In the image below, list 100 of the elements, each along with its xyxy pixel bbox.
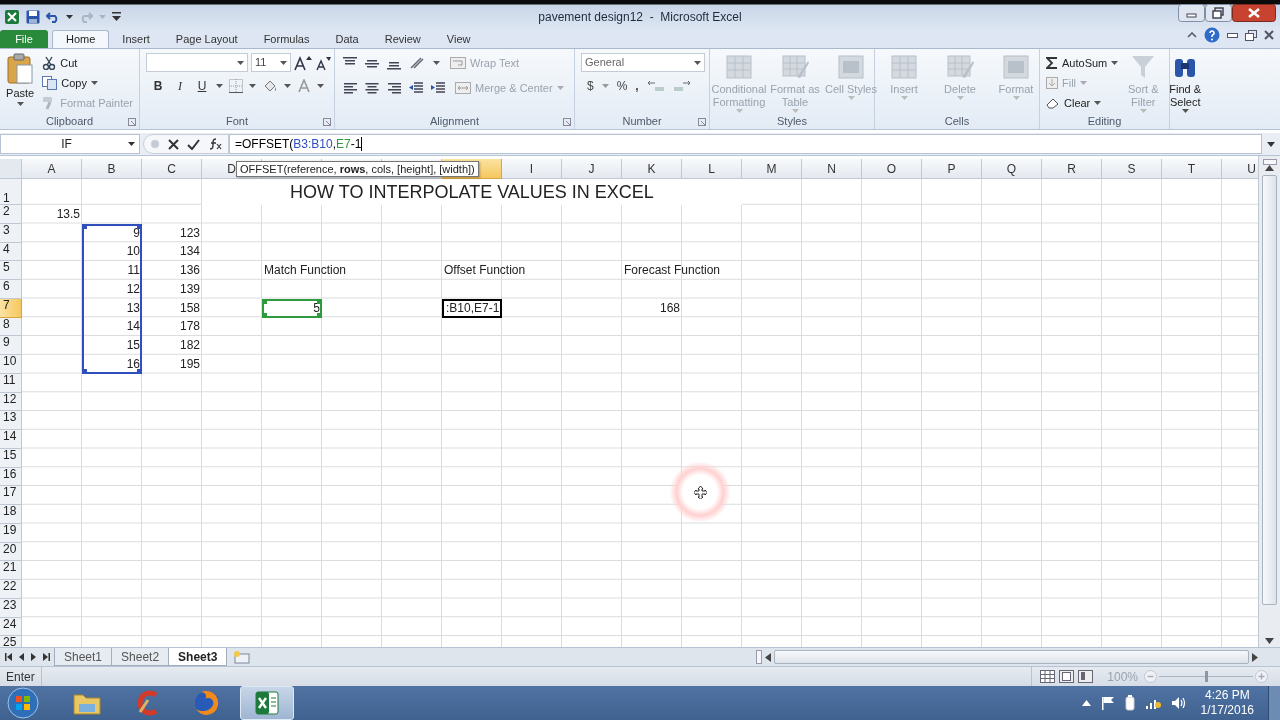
column-header[interactable]: Q [982, 159, 1042, 179]
ribbon-tab[interactable]: View [433, 30, 484, 48]
row-header[interactable]: 1 [0, 179, 22, 205]
increase-indent-icon[interactable] [431, 81, 445, 95]
column-header[interactable]: R [1042, 159, 1102, 179]
show-hidden-icons-icon[interactable] [1081, 700, 1091, 706]
font-color-icon[interactable] [297, 79, 311, 93]
paste-button[interactable]: Paste [4, 53, 37, 113]
ribbon-tab[interactable]: Home [52, 30, 110, 48]
ribbon-tab[interactable]: File [0, 30, 48, 48]
slider-thumb[interactable] [1205, 671, 1208, 682]
column-header[interactable]: A [22, 159, 82, 179]
row-header[interactable]: 5 [0, 261, 22, 280]
insert-function-icon[interactable] [208, 138, 222, 150]
number-format-field[interactable]: General [581, 53, 705, 72]
column-header[interactable]: O [862, 159, 922, 179]
page-layout-view-icon[interactable] [1059, 670, 1075, 683]
normal-view-icon[interactable] [1040, 670, 1056, 683]
expand-formula-icon[interactable] [1267, 141, 1275, 147]
cancel-icon[interactable] [168, 138, 179, 150]
cell-editor[interactable]: :B10,E7-1 [442, 298, 502, 318]
row-header[interactable]: 21 [0, 561, 22, 580]
ribbon-tab[interactable]: Formulas [250, 30, 323, 48]
next-sheet-icon[interactable] [31, 653, 36, 661]
zoom-slider[interactable] [1159, 670, 1253, 683]
fill-color-icon[interactable] [262, 79, 278, 93]
start-icon[interactable] [6, 687, 40, 719]
row-header[interactable]: 17 [0, 486, 22, 505]
currency-button[interactable]: $ [587, 77, 594, 95]
spreadsheet-icon[interactable] [4, 9, 20, 25]
battery-icon[interactable] [1124, 695, 1135, 711]
ribbon-tab[interactable]: Review [371, 30, 434, 48]
flag-icon[interactable] [1100, 696, 1115, 710]
close-icon[interactable] [1264, 30, 1274, 40]
row-header[interactable]: 14 [0, 430, 22, 449]
name-box[interactable]: IF [0, 134, 140, 154]
ribbon-tab[interactable]: Page Layout [162, 30, 251, 48]
restore-icon[interactable] [1245, 29, 1257, 41]
ribbon-button[interactable]: AutoSum [1044, 53, 1121, 73]
borders-icon[interactable] [229, 79, 243, 93]
clock[interactable]: 4:26 PM 1/17/2016 [1196, 688, 1258, 718]
ribbon-button[interactable]: Cut [40, 53, 135, 73]
align-right-icon[interactable] [387, 81, 401, 95]
ribbon-button[interactable]: Copy [40, 73, 135, 93]
dialog-launcher-icon[interactable] [698, 118, 706, 126]
formula-field[interactable]: =OFFSET(B3:B10,E7-1 [229, 134, 1262, 154]
column-header[interactable]: I [502, 159, 562, 179]
restore-icon[interactable] [1205, 4, 1232, 22]
row-header[interactable]: 9 [0, 336, 22, 355]
collapse-ribbon-icon[interactable] [1187, 32, 1197, 38]
horizontal-scrollbar[interactable] [756, 648, 1258, 666]
align-left-icon[interactable] [343, 81, 357, 95]
grow-font-icon[interactable] [294, 54, 312, 71]
close-icon[interactable] [1232, 4, 1276, 22]
column-header[interactable]: B [82, 159, 142, 179]
dialog-launcher-icon[interactable] [128, 118, 136, 126]
help-icon[interactable] [1204, 27, 1220, 43]
row-header[interactable]: 6 [0, 280, 22, 299]
column-header[interactable]: S [1102, 159, 1162, 179]
underline-button[interactable]: U [194, 77, 210, 95]
dialog-launcher-icon[interactable] [563, 118, 571, 126]
page-break-view-icon[interactable] [1078, 670, 1094, 683]
last-sheet-icon[interactable] [43, 653, 50, 661]
row-header[interactable]: 18 [0, 505, 22, 524]
column-header[interactable]: K [622, 159, 682, 179]
shrink-font-icon[interactable] [315, 54, 331, 71]
text-orientation-icon[interactable] [409, 56, 425, 70]
percent-button[interactable]: % [616, 77, 628, 95]
taskbar-button[interactable] [240, 686, 294, 720]
customize-toolbar-icon[interactable] [112, 12, 121, 22]
dialog-launcher-icon[interactable] [323, 118, 331, 126]
row-header[interactable]: 2 [0, 205, 22, 224]
ribbon-button[interactable]: Find & Select [1166, 53, 1205, 113]
row-header[interactable]: 13 [0, 411, 22, 430]
column-header[interactable]: J [562, 159, 622, 179]
ribbon-button[interactable]: Clear [1044, 93, 1121, 113]
row-header[interactable]: 10 [0, 355, 22, 374]
column-header[interactable]: T [1162, 159, 1222, 179]
sheet-tab[interactable]: Sheet3 [168, 648, 228, 666]
column-header[interactable]: P [922, 159, 982, 179]
previous-sheet-icon[interactable] [19, 653, 24, 661]
show-desktop-button[interactable] [1268, 686, 1280, 720]
save-icon[interactable] [26, 10, 40, 24]
column-header[interactable]: N [802, 159, 862, 179]
ribbon-tab[interactable]: Insert [109, 30, 163, 48]
font-name-field[interactable] [146, 53, 248, 72]
row-header[interactable]: 22 [0, 580, 22, 599]
bold-button[interactable]: B [150, 77, 166, 95]
font-size-field[interactable]: 11 [251, 53, 291, 72]
italic-button[interactable]: I [172, 77, 188, 95]
minimize-icon[interactable] [1227, 32, 1238, 38]
column-header[interactable]: C [142, 159, 202, 179]
sheet-tab[interactable]: Sheet2 [111, 648, 170, 666]
decrease-indent-icon[interactable] [409, 81, 423, 95]
first-sheet-icon[interactable] [5, 653, 12, 661]
vertical-scrollbar[interactable] [1259, 159, 1280, 647]
column-header[interactable]: M [742, 159, 802, 179]
undo-icon[interactable] [46, 11, 60, 23]
column-header[interactable]: L [682, 159, 742, 179]
sheet-tab[interactable]: Sheet1 [54, 648, 113, 666]
